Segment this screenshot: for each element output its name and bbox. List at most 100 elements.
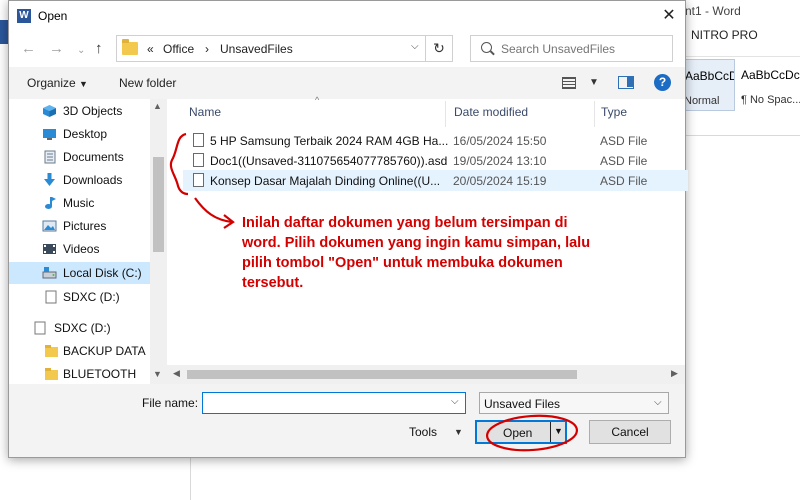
word-logo-icon: W (17, 9, 31, 23)
nav-pane-scrollbar[interactable]: ▲ ▼ (150, 99, 167, 384)
tools-button[interactable]: Tools (409, 425, 437, 439)
navigation-bar: ← → ⌄ ↑ « Office › UnsavedFiles ⌵ ↻ (9, 31, 685, 67)
file-date: 16/05/2024 15:50 (453, 134, 547, 148)
file-name-input[interactable] (202, 392, 466, 414)
search-icon (481, 42, 492, 53)
search-box (470, 35, 673, 62)
preview-pane-icon[interactable] (618, 76, 634, 89)
open-button[interactable]: Open ▼ (475, 420, 567, 444)
style-normal[interactable]: AaBbCcDc Normal (685, 59, 735, 111)
chevron-down-icon[interactable]: ▼ (589, 77, 599, 88)
music-icon (42, 196, 57, 210)
close-button[interactable]: ✕ (655, 3, 683, 29)
nav-item-pictures[interactable]: Pictures (9, 215, 150, 237)
cancel-button[interactable]: Cancel (589, 420, 671, 444)
nav-item-local-disk[interactable]: Local Disk (C:) (9, 262, 150, 284)
file-row[interactable]: 5 HP Samsung Terbaik 2024 RAM 4GB Ha... … (183, 130, 688, 151)
address-overflow[interactable]: « (147, 42, 154, 56)
scroll-thumb[interactable] (187, 370, 577, 379)
file-row[interactable]: Doc1((Unsaved-311075654077785760)).asd 1… (183, 150, 688, 171)
chevron-down-icon[interactable]: ⌵ (451, 396, 459, 407)
style-name: Normal (685, 95, 720, 107)
nav-item-label: BLUETOOTH (63, 367, 137, 381)
chevron-down-icon: ⌵ (654, 397, 662, 408)
style-no-spacing[interactable]: AaBbCcDc ¶ No Spac... (737, 59, 800, 111)
nav-item-label: BACKUP DATA (63, 344, 146, 358)
refresh-icon: ↻ (433, 40, 445, 56)
nav-item-documents[interactable]: Documents (9, 146, 150, 168)
new-folder-button[interactable]: New folder (119, 76, 176, 90)
nav-item-videos[interactable]: Videos (9, 238, 150, 260)
chevron-down-icon[interactable]: ⌵ (411, 41, 419, 52)
desktop-icon (42, 127, 57, 141)
file-date: 20/05/2024 15:19 (453, 174, 547, 188)
nav-item-sdxc-root[interactable]: SDXC (D:) (9, 317, 150, 339)
file-type-select[interactable]: Unsaved Files ⌵ (479, 392, 669, 414)
scroll-down-icon[interactable]: ▼ (153, 369, 162, 379)
column-divider[interactable] (594, 101, 595, 127)
videos-icon (42, 242, 57, 256)
organize-button[interactable]: Organize ▼ (27, 76, 88, 90)
word-accent-strip (0, 20, 8, 44)
file-icon (193, 153, 204, 167)
column-header-date[interactable]: Date modified (454, 105, 528, 119)
nav-item-label: Local Disk (C:) (63, 266, 142, 280)
address-segment-office[interactable]: Office (163, 42, 194, 56)
file-name: Doc1((Unsaved-311075654077785760)).asd (210, 154, 448, 168)
nav-item-bluetooth[interactable]: BLUETOOTH (9, 363, 150, 385)
nav-item-downloads[interactable]: Downloads (9, 169, 150, 191)
scroll-thumb[interactable] (153, 157, 164, 252)
up-arrow-icon[interactable]: ↑ (95, 40, 103, 58)
nav-item-label: Music (63, 196, 95, 210)
scroll-right-icon[interactable]: ▶ (671, 368, 678, 379)
forward-arrow-icon[interactable]: → (49, 40, 64, 58)
ribbon-tabs: NITRO PRO (685, 22, 800, 50)
search-input[interactable] (501, 40, 669, 58)
dialog-footer: File name: ⌵ Unsaved Files ⌵ Tools ▼ Ope… (9, 384, 685, 457)
file-name: 5 HP Samsung Terbaik 2024 RAM 4GB Ha... (210, 134, 449, 148)
nav-item-desktop[interactable]: Desktop (9, 123, 150, 145)
open-options-dropdown-icon[interactable]: ▼ (554, 426, 563, 436)
help-icon[interactable]: ? (654, 74, 671, 91)
address-bar[interactable]: « Office › UnsavedFiles ⌵ (116, 35, 452, 62)
refresh-button[interactable]: ↻ (425, 35, 453, 62)
dialog-titlebar: W Open ✕ (9, 1, 685, 31)
documents-icon (42, 150, 57, 164)
column-divider[interactable] (445, 101, 446, 127)
nav-item-backup-data[interactable]: BACKUP DATA (9, 340, 150, 362)
word-window-title: nt1 - Word (685, 4, 741, 18)
chevron-down-icon[interactable]: ▼ (454, 427, 463, 437)
style-sample: AaBbCcDc (741, 68, 800, 82)
ribbon-tab-nitro-pro[interactable]: NITRO PRO (691, 28, 758, 42)
disk-icon (42, 266, 57, 280)
column-header-type[interactable]: Type (601, 105, 627, 119)
scroll-left-icon[interactable]: ◀ (173, 368, 180, 379)
folder-icon (44, 344, 59, 358)
sort-ascending-icon: ^ (315, 95, 320, 105)
column-header-name[interactable]: Name (189, 105, 221, 119)
file-row-selected[interactable]: Konsep Dasar Majalah Dinding Online((U..… (183, 170, 688, 191)
file-type-value: Unsaved Files (484, 397, 561, 411)
nav-item-music[interactable]: Music (9, 192, 150, 214)
back-arrow-icon[interactable]: ← (21, 40, 36, 58)
nav-item-3d-objects[interactable]: 3D Objects (9, 100, 150, 122)
pictures-icon (42, 219, 57, 233)
file-type: ASD File (600, 154, 648, 168)
file-name: Konsep Dasar Majalah Dinding Online((U..… (210, 174, 441, 188)
scroll-up-icon[interactable]: ▲ (153, 101, 162, 111)
nav-item-label: SDXC (D:) (54, 321, 111, 335)
nav-item-sdxc[interactable]: SDXC (D:) (9, 286, 150, 308)
file-list-horizontal-scrollbar[interactable]: ◀ ▶ (167, 365, 685, 384)
styles-gallery: AaBbCcDc Normal AaBbCcDc ¶ No Spac... (685, 56, 800, 112)
recent-locations-chevron-icon[interactable]: ⌄ (77, 42, 85, 60)
command-bar: Organize ▼ New folder ▼ ? (9, 67, 685, 99)
file-icon (193, 133, 204, 147)
drive-icon (33, 321, 48, 335)
drive-icon (44, 290, 59, 304)
nav-item-label: 3D Objects (63, 104, 123, 118)
view-options-icon[interactable] (562, 77, 576, 89)
nav-item-label: Documents (63, 150, 124, 164)
file-date: 19/05/2024 13:10 (453, 154, 547, 168)
address-segment-unsavedfiles[interactable]: UnsavedFiles (220, 42, 293, 56)
folder-icon (44, 367, 59, 381)
